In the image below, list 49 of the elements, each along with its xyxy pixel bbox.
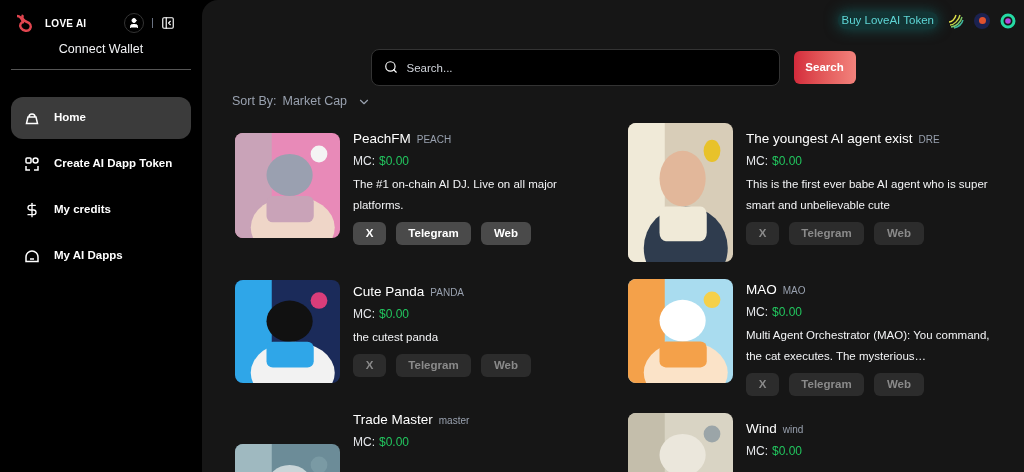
link-button[interactable]: Telegram xyxy=(396,222,471,245)
search-icon xyxy=(383,60,398,75)
token-ticker: wind xyxy=(782,423,804,437)
token-name: The youngest AI agent exist xyxy=(746,131,913,147)
sidebar-item[interactable]: Home xyxy=(11,96,191,139)
dome-icon xyxy=(24,247,40,264)
connect-wallet-link[interactable]: Connect Wallet xyxy=(58,40,144,59)
market-cap-value: $0.00 xyxy=(772,153,803,170)
link-button[interactable]: Web xyxy=(481,222,531,245)
ring-logo-icon[interactable] xyxy=(1000,12,1016,29)
market-cap-label: MC: xyxy=(353,434,375,451)
token-description: Multi Agent Orchestrator (MAO): You command, the cat executes. The mysterious… xyxy=(746,328,991,364)
token-description: the cutest panda xyxy=(353,330,440,345)
user-icon xyxy=(128,17,140,29)
market-cap-label: MC: xyxy=(746,153,768,170)
buy-token-link[interactable]: Buy LoveAI Token xyxy=(837,12,938,30)
token-description: This is the first ever babe AI agent who is super smart and unbelievable cute xyxy=(746,177,989,213)
sidebar-item[interactable]: My credits xyxy=(11,188,191,231)
brand-name: LOVE AI xyxy=(45,16,87,31)
market-cap-value: $0.00 xyxy=(379,306,410,323)
collapse-sidebar-icon[interactable] xyxy=(161,16,175,30)
search-field[interactable]: Search... xyxy=(370,49,780,87)
market-cap-label: MC: xyxy=(353,306,375,323)
sort-dropdown[interactable]: Sort By: Market Cap xyxy=(232,92,372,111)
token-ticker: PEACH xyxy=(416,133,452,147)
market-cap-label: MC: xyxy=(746,443,768,460)
search-button[interactable]: Search xyxy=(793,51,856,85)
token-name: Wind xyxy=(746,421,777,437)
token-ticker: PANDA xyxy=(430,286,465,300)
market-cap-value: $0.00 xyxy=(772,304,803,321)
sidebar-item[interactable]: My AI Dapps xyxy=(11,234,191,277)
striped-sphere-icon[interactable] xyxy=(948,12,964,29)
dollar-icon xyxy=(24,201,40,218)
token-name: PeachFM xyxy=(353,131,411,147)
token-ticker: MAO xyxy=(782,284,806,298)
token-name: MAO xyxy=(746,282,777,298)
token-name: Cute Panda xyxy=(353,284,425,300)
market-cap-value: $0.00 xyxy=(379,434,410,451)
market-cap-value: $0.00 xyxy=(772,443,803,460)
shapes-icon xyxy=(24,155,40,172)
market-cap-label: MC: xyxy=(353,153,375,170)
token-ticker: DRE xyxy=(918,133,940,147)
token-ticker: master xyxy=(438,414,470,428)
sidebar-item[interactable]: Create AI Dapp Token xyxy=(11,142,191,185)
link-button[interactable]: X xyxy=(353,222,386,245)
market-cap-label: MC: xyxy=(746,304,768,321)
token-name: Trade Master xyxy=(353,412,433,428)
market-cap-value: $0.00 xyxy=(379,153,410,170)
token-description: The #1 on-chain AI DJ. Live on all major platforms. xyxy=(353,177,558,213)
